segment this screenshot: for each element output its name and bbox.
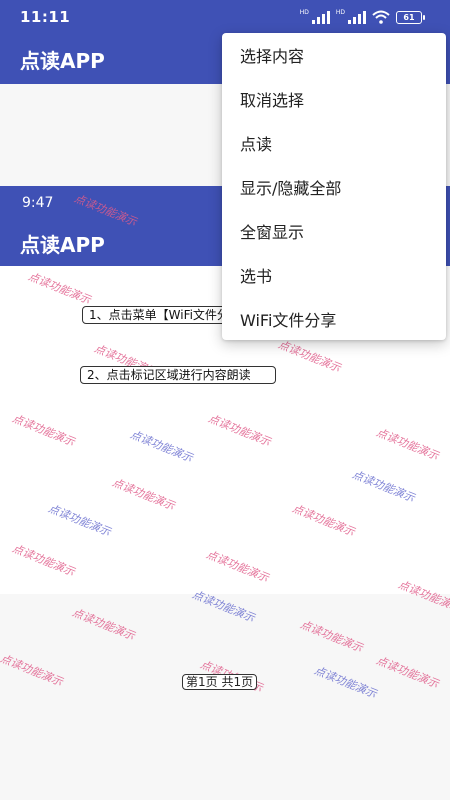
hd-tag: HD [299, 9, 309, 16]
app-title: 点读APP [20, 48, 105, 73]
read-region-1[interactable]: 1、点击菜单【WiFi文件分享】 [82, 306, 228, 324]
menu-item-select-book[interactable]: 选书 [222, 253, 446, 297]
inner-app-title: 点读APP [20, 232, 105, 257]
status-icons: HD HD 61 [300, 10, 425, 24]
overflow-menu: 选择内容 取消选择 点读 显示/隐藏全部 全窗显示 选书 WiFi文件分享 [222, 33, 446, 340]
signal-icon-2: HD [336, 10, 366, 24]
status-time: 11:11 [20, 8, 71, 26]
menu-item-fullscreen[interactable]: 全窗显示 [222, 209, 446, 253]
hd-tag-2: HD [335, 9, 345, 16]
inner-status-time: 9:47 [22, 195, 54, 211]
reading-page-lower[interactable] [0, 594, 450, 800]
menu-item-wifi-share[interactable]: WiFi文件分享 [222, 297, 446, 341]
read-region-2[interactable]: 2、点击标记区域进行内容朗读 [80, 366, 276, 384]
menu-item-read-aloud[interactable]: 点读 [222, 121, 446, 165]
menu-item-select-content[interactable]: 选择内容 [222, 33, 446, 77]
page-indicator: 第1页 共1页 [182, 674, 258, 690]
battery-icon: 61 [396, 10, 425, 24]
battery-level: 61 [403, 12, 415, 22]
signal-icon: HD [300, 10, 330, 24]
menu-item-toggle-all[interactable]: 显示/隐藏全部 [222, 165, 446, 209]
status-bar: 11:11 HD HD 61 [0, 0, 450, 34]
wifi-icon [372, 10, 390, 24]
menu-item-cancel-selection[interactable]: 取消选择 [222, 77, 446, 121]
